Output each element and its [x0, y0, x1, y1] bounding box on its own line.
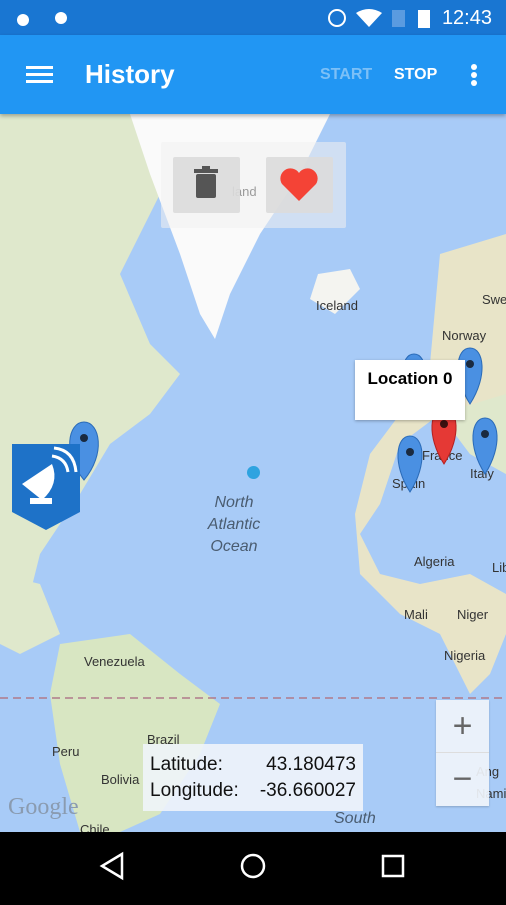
map-label: Swe	[482, 292, 506, 307]
zoom-controls: + −	[436, 700, 489, 806]
navigation-bar	[0, 832, 506, 900]
longitude-value: -36.660027	[259, 780, 356, 801]
status-bar: 12:43	[0, 0, 506, 35]
delete-button[interactable]	[173, 157, 240, 213]
map-label: Chile	[80, 822, 110, 832]
coordinates-panel: Latitude: 43.180473 Longitude: -36.660027	[143, 744, 363, 811]
map-label: Lib	[492, 560, 506, 575]
favorite-button[interactable]	[266, 157, 333, 213]
zoom-out-button[interactable]: −	[436, 753, 489, 806]
zoom-in-button[interactable]: +	[436, 700, 489, 753]
home-icon[interactable]	[240, 853, 266, 879]
map-label: Italy	[470, 466, 494, 481]
current-location-dot	[247, 466, 260, 479]
map-label: Algeria	[414, 554, 455, 569]
more-options-icon[interactable]	[470, 63, 478, 87]
nav-buttons	[99, 851, 405, 881]
map-label: Spain	[392, 476, 426, 491]
android-icon	[55, 12, 67, 24]
trash-icon	[194, 166, 218, 198]
stop-button[interactable]: STOP	[394, 66, 437, 84]
ocean-line: Ocean	[210, 538, 258, 555]
marker-info-window[interactable]: Location 0	[355, 360, 465, 420]
longitude-label: Longitude:	[150, 780, 239, 801]
map-label: France	[422, 448, 463, 463]
heart-icon	[280, 168, 318, 201]
map-label: Norway	[442, 328, 487, 343]
map-label: Venezuela	[84, 654, 145, 669]
map-label: Nigeria	[444, 648, 486, 663]
satellite-status-icon	[17, 12, 67, 26]
page-title: History	[85, 59, 175, 89]
back-icon[interactable]	[99, 851, 124, 881]
ocean-label: North Atlantic Ocean	[196, 492, 272, 558]
ocean-line: Atlantic	[207, 516, 261, 533]
google-logo: Google	[8, 794, 79, 820]
map-label: Peru	[52, 744, 80, 759]
satellite-dish-badge-icon[interactable]	[12, 444, 82, 532]
recents-icon[interactable]	[381, 854, 405, 878]
map-label: Mali	[404, 607, 428, 622]
latitude-value: 43.180473	[266, 754, 356, 775]
latitude-label: Latitude:	[150, 754, 223, 775]
map-label: Niger	[457, 607, 489, 622]
status-icons	[328, 9, 430, 28]
menu-icon[interactable]	[26, 65, 53, 85]
clock: 12:43	[441, 7, 492, 29]
map-view[interactable]: land Iceland Norway Swe France Spain Ita…	[0, 114, 506, 832]
map-label: Iceland	[316, 298, 358, 313]
map-label: Bolivia	[101, 772, 140, 787]
ocean-label: South	[334, 810, 376, 827]
ocean-line: North	[214, 494, 254, 511]
app-bar: History START STOP	[0, 35, 506, 114]
start-button[interactable]: START	[320, 66, 372, 84]
